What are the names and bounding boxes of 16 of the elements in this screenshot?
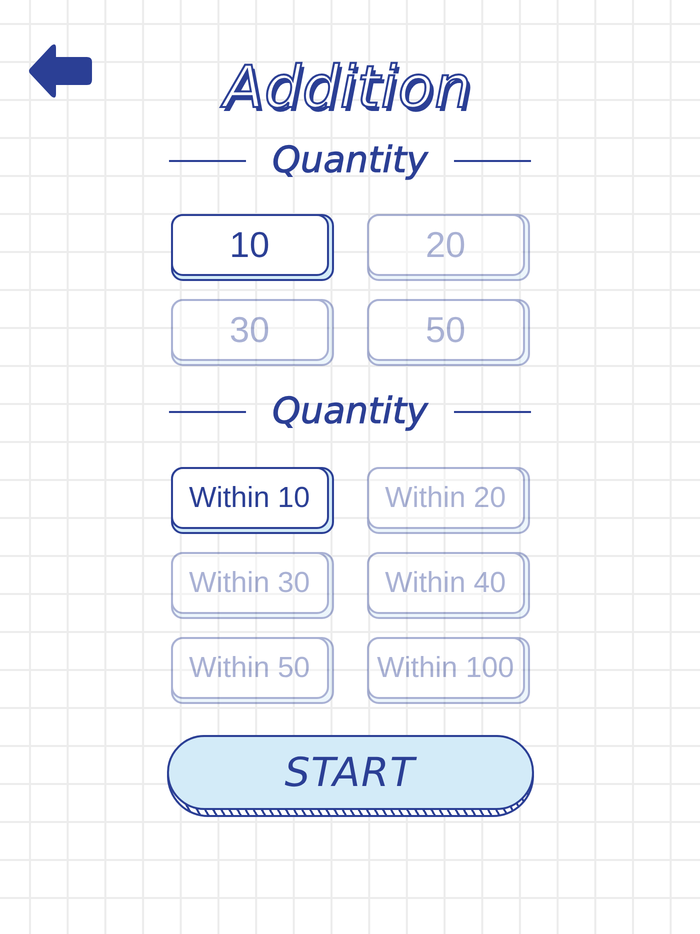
option-button[interactable]: 30	[170, 299, 334, 366]
option-button[interactable]: Within 30	[170, 552, 334, 619]
option-button[interactable]: Within 10	[170, 467, 334, 534]
section-heading: Quantity	[271, 392, 429, 432]
option-button[interactable]: Within 40	[366, 552, 530, 619]
start-button[interactable]: START	[166, 735, 534, 817]
back-arrow-icon	[28, 43, 92, 99]
back-button[interactable]	[28, 43, 92, 99]
option-button[interactable]: Within 20	[366, 467, 530, 534]
option-button[interactable]: Within 100	[366, 637, 530, 704]
option-button[interactable]: Within 50	[170, 637, 334, 704]
section-heading: Quantity	[271, 141, 429, 181]
option-button[interactable]: 20	[366, 214, 530, 281]
option-button[interactable]: 50	[366, 299, 530, 366]
option-button[interactable]: 10	[170, 214, 334, 281]
page-title: Addition	[216, 50, 484, 128]
